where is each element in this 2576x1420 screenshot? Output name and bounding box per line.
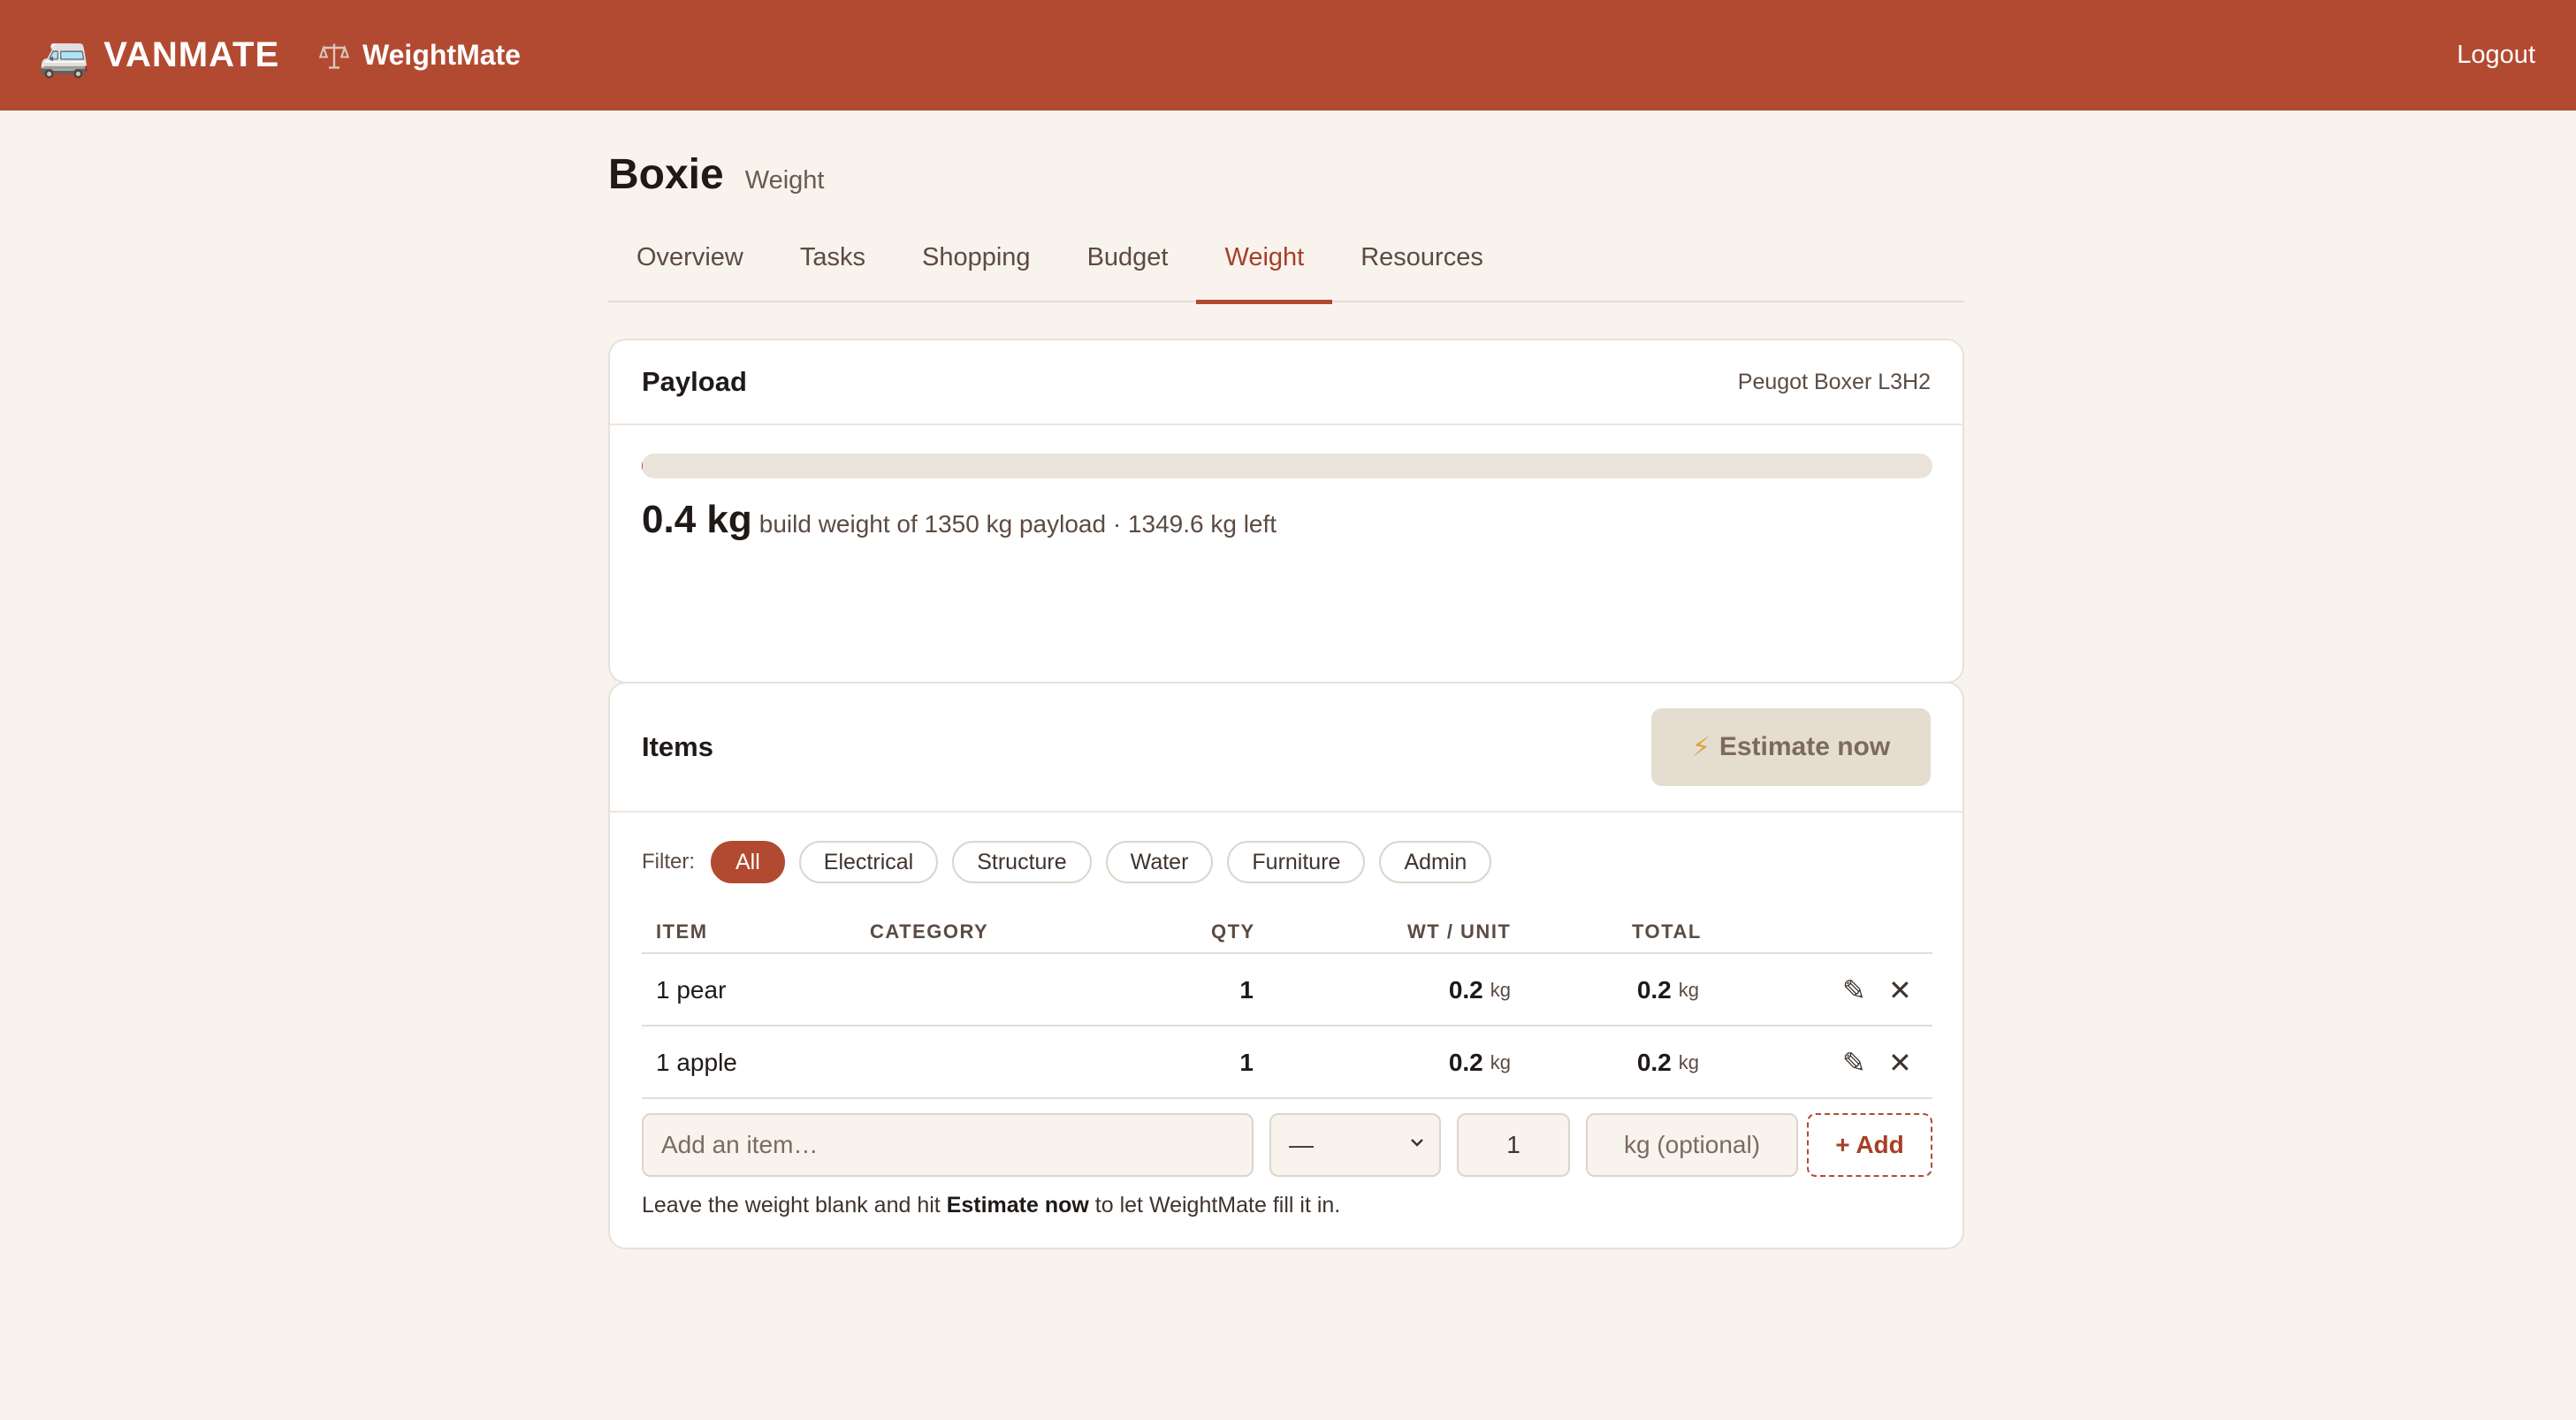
pencil-icon[interactable]: ✎ <box>1842 954 1866 1027</box>
estimate-now-label: Estimate now <box>1719 732 1891 761</box>
filter-water[interactable]: Water <box>1105 841 1214 883</box>
tab-weight[interactable]: Weight <box>1196 225 1332 304</box>
items-header: Items ⚡ Estimate now <box>610 683 1962 813</box>
top-bar: 🚐 VANMATE WeightMate Logout <box>0 0 2576 111</box>
tab-bar: Overview Tasks Shopping Budget Weight Re… <box>608 225 1964 304</box>
estimate-now-button[interactable]: ⚡ Estimate now <box>1651 708 1931 786</box>
filter-structure[interactable]: Structure <box>952 841 1092 883</box>
wt-unit: kg <box>1490 979 1511 1001</box>
filter-all[interactable]: All <box>711 841 785 883</box>
quantity-input[interactable]: 1 <box>1457 1113 1570 1177</box>
hint-text: Leave the weight blank and hit Estimate … <box>642 1193 1340 1218</box>
payload-card: Payload Peugot Boxer L3H2 0.4 kg build w… <box>608 339 1964 683</box>
tab-shopping[interactable]: Shopping <box>894 225 1059 302</box>
item-wt-unit: 0.2 kg <box>1449 1027 1511 1099</box>
filter-furniture[interactable]: Furniture <box>1227 841 1366 883</box>
scale-icon <box>318 43 350 69</box>
chevron-down-icon <box>1411 1139 1423 1147</box>
filter-bar: Filter: All Electrical Structure Water F… <box>642 841 1492 883</box>
table-row: 1 pear 1 0.2 kg 0.2 kg ✎ ✕ <box>642 954 1932 1027</box>
page-subtitle: Weight <box>744 166 825 195</box>
items-card: Items ⚡ Estimate now Filter: All Electri… <box>608 682 1964 1249</box>
item-wt-unit: 0.2 kg <box>1449 954 1511 1027</box>
column-qty: QTY <box>1211 920 1255 943</box>
items-title: Items <box>642 731 713 762</box>
brand-name: VANMATE <box>103 35 280 74</box>
total-unit: kg <box>1678 979 1699 1001</box>
total-value: 0.2 <box>1636 976 1672 1004</box>
table-header: ITEM CATEGORY QTY WT / UNIT TOTAL <box>642 910 1932 954</box>
category-select[interactable]: — <box>1269 1113 1441 1177</box>
build-weight: 0.4 kg <box>642 498 752 541</box>
weight-input[interactable]: kg (optional) <box>1586 1113 1798 1177</box>
vehicle-name: Peugot Boxer L3H2 <box>1737 369 1931 394</box>
item-qty: 1 <box>1239 976 1254 1004</box>
pencil-icon[interactable]: ✎ <box>1842 1027 1866 1099</box>
lightning-icon: ⚡ <box>1691 732 1711 762</box>
payload-summary: 0.4 kg build weight of 1350 kg payload ·… <box>642 498 1277 542</box>
total-unit: kg <box>1678 1051 1699 1073</box>
close-icon[interactable]: ✕ <box>1888 954 1912 1027</box>
items-table: ITEM CATEGORY QTY WT / UNIT TOTAL 1 pear… <box>642 910 1932 1099</box>
item-total: 0.2 kg <box>1637 1027 1699 1099</box>
hint-pre: Leave the weight blank and hit <box>642 1193 947 1218</box>
filter-admin[interactable]: Admin <box>1379 841 1492 883</box>
payload-summary-text: build weight of 1350 kg payload · 1349.6… <box>758 510 1277 538</box>
column-category: CATEGORY <box>870 920 989 943</box>
page-heading: Boxie Weight <box>608 150 824 199</box>
wt-value: 0.2 <box>1448 976 1483 1004</box>
column-total: TOTAL <box>1632 920 1702 943</box>
add-button[interactable]: + Add <box>1807 1113 1932 1177</box>
page-title: Boxie <box>608 151 724 198</box>
item-name: 1 apple <box>656 1049 737 1076</box>
add-item-row: Add an item… — 1 kg (optional) + Add <box>642 1113 1932 1177</box>
item-name: 1 pear <box>656 976 727 1004</box>
tab-resources[interactable]: Resources <box>1332 225 1512 302</box>
table-row: 1 apple 1 0.2 kg 0.2 kg ✎ ✕ <box>642 1027 1932 1099</box>
logout-button[interactable]: Logout <box>2457 0 2535 111</box>
payload-progress-bar <box>642 454 1932 478</box>
item-qty: 1 <box>1239 1049 1254 1076</box>
filter-label: Filter: <box>642 850 695 874</box>
column-wt-unit: WT / UNIT <box>1407 920 1512 943</box>
total-value: 0.2 <box>1636 1049 1672 1076</box>
payload-title: Payload <box>642 366 747 397</box>
wt-unit: kg <box>1490 1051 1511 1073</box>
item-total: 0.2 kg <box>1637 954 1699 1027</box>
category-select-value: — <box>1289 1131 1314 1158</box>
app-title: WeightMate <box>362 39 521 71</box>
van-icon: 🚐 <box>39 32 90 79</box>
tab-overview[interactable]: Overview <box>608 225 772 302</box>
tab-budget[interactable]: Budget <box>1059 225 1197 302</box>
add-item-input[interactable]: Add an item… <box>642 1113 1254 1177</box>
hint-post: to let WeightMate fill it in. <box>1088 1193 1341 1218</box>
filter-electrical[interactable]: Electrical <box>798 841 939 883</box>
close-icon[interactable]: ✕ <box>1888 1027 1912 1099</box>
payload-header: Payload Peugot Boxer L3H2 <box>610 340 1962 425</box>
tab-tasks[interactable]: Tasks <box>772 225 894 302</box>
hint-bold: Estimate now <box>946 1193 1089 1218</box>
app-name[interactable]: WeightMate <box>318 0 521 111</box>
column-item: ITEM <box>656 920 708 943</box>
brand[interactable]: 🚐 VANMATE <box>39 0 279 111</box>
wt-value: 0.2 <box>1448 1049 1483 1076</box>
